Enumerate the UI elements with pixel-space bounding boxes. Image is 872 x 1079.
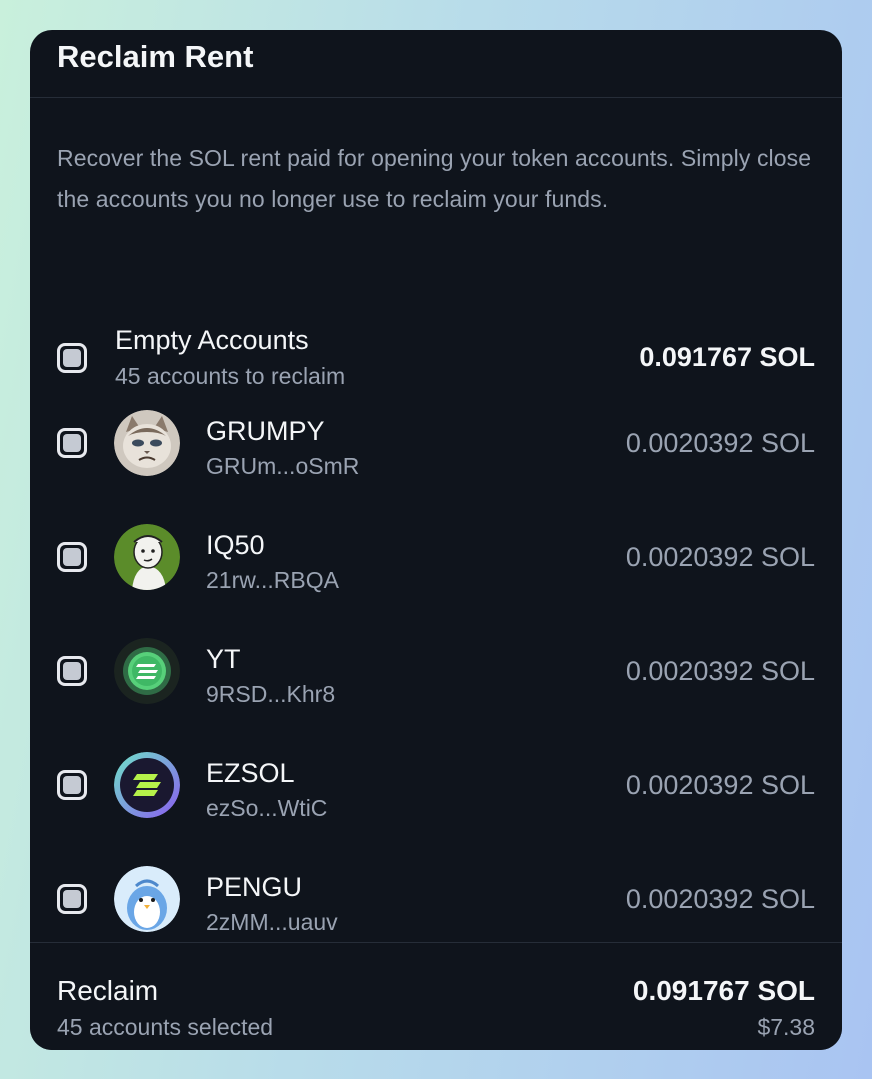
token-amount: 0.0020392 SOL bbox=[625, 770, 815, 800]
pengu-icon bbox=[114, 866, 180, 932]
reclaim-rent-panel: Reclaim Rent Recover the SOL rent paid f… bbox=[30, 30, 842, 1050]
token-name: GRUMPY bbox=[206, 416, 325, 446]
token-checkbox[interactable] bbox=[57, 656, 87, 686]
panel-header: Reclaim Rent bbox=[30, 30, 842, 98]
token-checkbox[interactable] bbox=[57, 884, 87, 914]
checkbox-fill bbox=[63, 890, 81, 908]
token-row-ezsol[interactable]: EZSOL ezSo...WtiC 0.0020392 SOL bbox=[30, 740, 842, 830]
checkbox-fill bbox=[63, 434, 81, 452]
token-checkbox[interactable] bbox=[57, 542, 87, 572]
yt-token-icon bbox=[114, 638, 180, 704]
selected-count: 45 accounts selected bbox=[57, 1014, 274, 1040]
token-amount: 0.0020392 SOL bbox=[625, 428, 815, 458]
reclaim-usd-value: $7.38 bbox=[757, 1014, 815, 1040]
token-row-yt[interactable]: YT 9RSD...Khr8 0.0020392 SOL bbox=[30, 626, 842, 716]
empty-accounts-label: Empty Accounts bbox=[115, 325, 309, 355]
reclaim-amount: 0.091767 SOL bbox=[632, 975, 815, 1006]
grumpy-cat-icon bbox=[114, 410, 180, 476]
checkbox-fill bbox=[63, 349, 81, 367]
token-amount: 0.0020392 SOL bbox=[625, 656, 815, 686]
checkbox-fill bbox=[63, 548, 81, 566]
token-address: 9RSD...Khr8 bbox=[206, 681, 336, 707]
token-row-iq50[interactable]: IQ50 21rw...RBQA 0.0020392 SOL bbox=[30, 512, 842, 602]
token-amount: 0.0020392 SOL bbox=[625, 542, 815, 572]
token-address: GRUm...oSmR bbox=[206, 453, 360, 479]
token-name: IQ50 bbox=[206, 530, 265, 560]
token-address: 2zMM...uauv bbox=[206, 909, 338, 935]
token-checkbox[interactable] bbox=[57, 770, 87, 800]
token-row-pengu[interactable]: PENGU 2zMM...uauv 0.0020392 SOL bbox=[30, 854, 842, 944]
token-address: 21rw...RBQA bbox=[206, 567, 339, 593]
token-name: PENGU bbox=[206, 872, 303, 902]
panel-description: Recover the SOL rent paid for opening yo… bbox=[57, 145, 812, 212]
reclaim-footer: Reclaim 45 accounts selected 0.091767 SO… bbox=[30, 942, 842, 1050]
token-checkbox[interactable] bbox=[57, 428, 87, 458]
panel-title: Reclaim Rent bbox=[57, 39, 254, 74]
token-address: ezSo...WtiC bbox=[206, 795, 328, 821]
checkbox-fill bbox=[63, 662, 81, 680]
empty-accounts-row[interactable]: Empty Accounts 45 accounts to reclaim 0.… bbox=[30, 313, 842, 403]
empty-accounts-amount: 0.091767 SOL bbox=[639, 342, 815, 372]
ezsol-icon bbox=[114, 752, 180, 818]
iq50-icon bbox=[114, 524, 180, 590]
checkbox-fill bbox=[63, 776, 81, 794]
empty-accounts-count: 45 accounts to reclaim bbox=[115, 363, 346, 389]
reclaim-label: Reclaim bbox=[57, 975, 159, 1006]
empty-accounts-checkbox[interactable] bbox=[57, 343, 87, 373]
token-amount: 0.0020392 SOL bbox=[625, 884, 815, 914]
token-name: EZSOL bbox=[206, 758, 295, 788]
token-name: YT bbox=[206, 644, 241, 674]
token-row-grumpy[interactable]: GRUMPY GRUm...oSmR 0.0020392 SOL bbox=[30, 398, 842, 488]
